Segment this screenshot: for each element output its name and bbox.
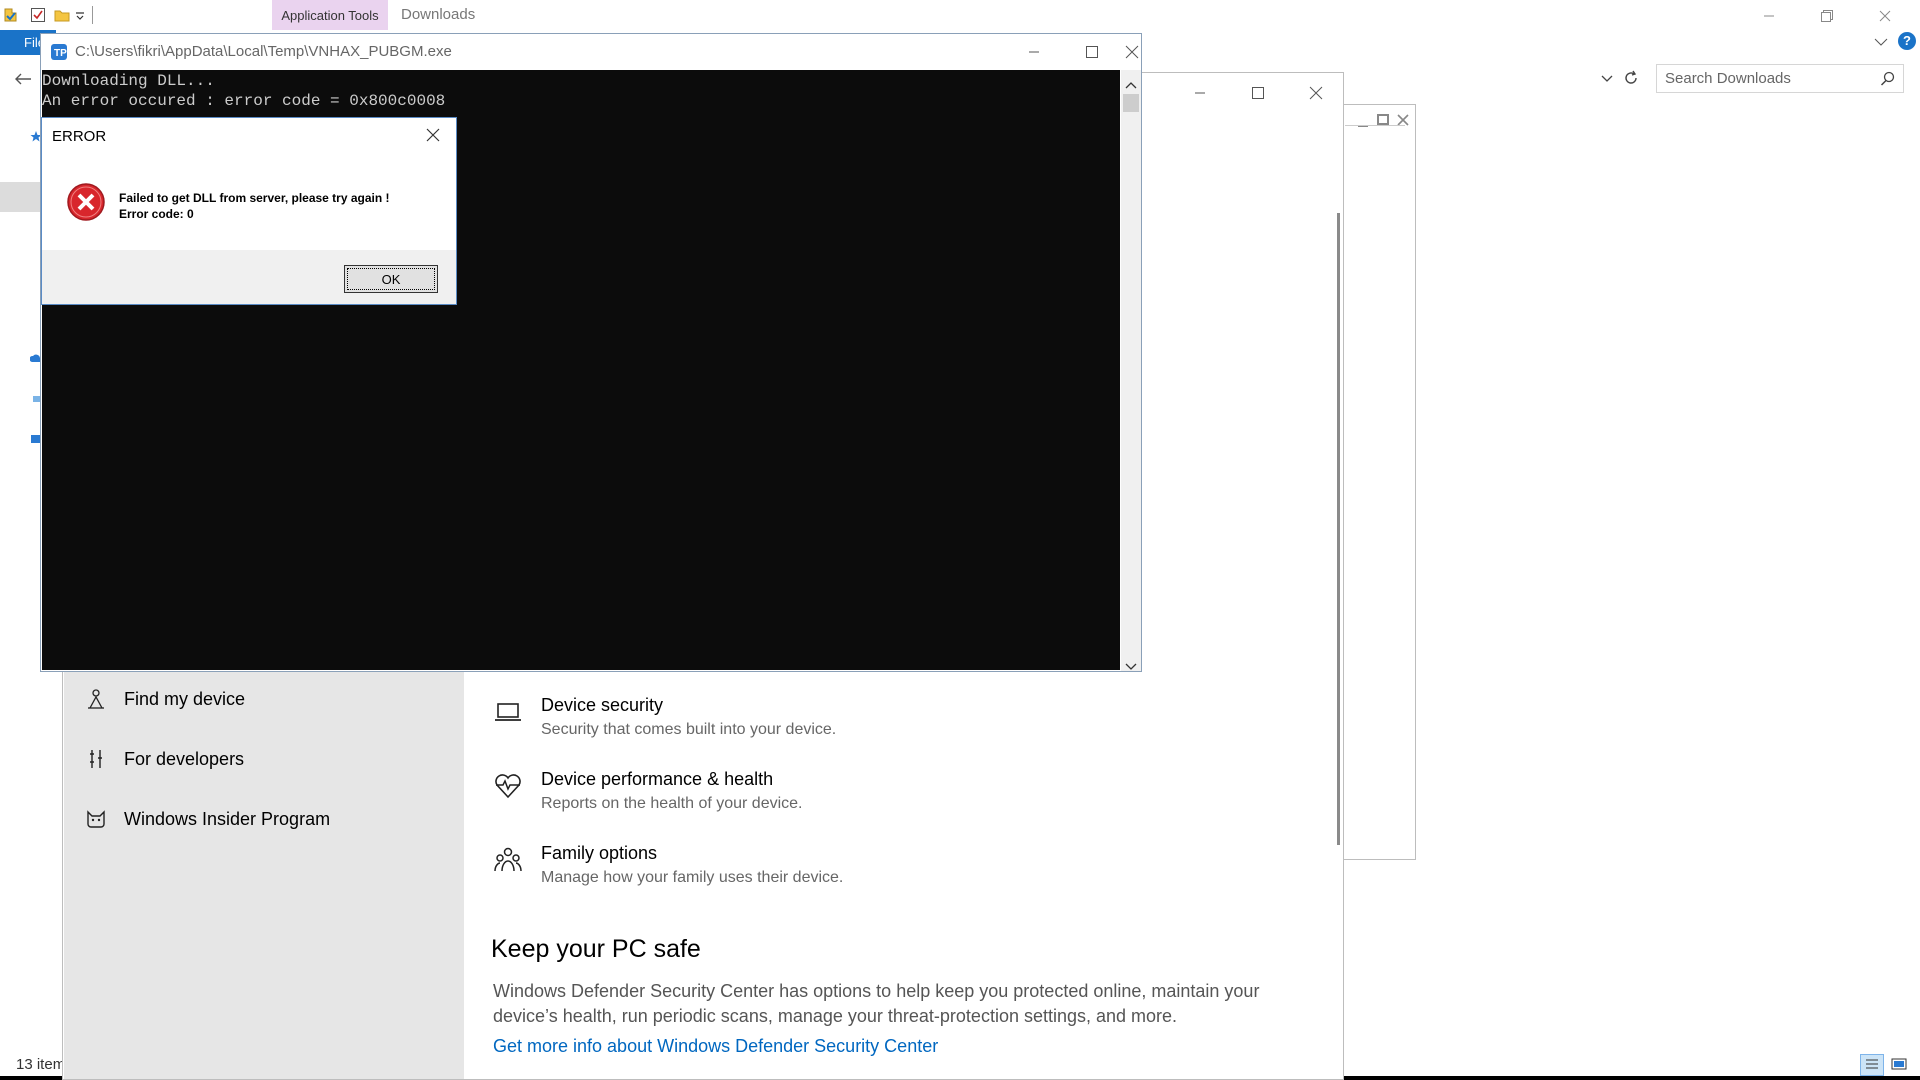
back-arrow-icon[interactable] xyxy=(14,72,32,91)
defender-info-link[interactable]: Get more info about Windows Defender Sec… xyxy=(493,1036,938,1057)
keep-pc-safe-heading: Keep your PC safe xyxy=(491,935,701,963)
console-minimize-button[interactable] xyxy=(1005,36,1063,68)
settings-close-button[interactable] xyxy=(1287,77,1345,109)
console-window-title: C:\Users\fikri\AppData\Local\Temp\VNHAX_… xyxy=(75,43,452,60)
error-dialog: ERROR Failed to get DLL from server, ple… xyxy=(41,117,457,305)
quick-access-checkbox-icon[interactable] xyxy=(30,7,46,28)
error-message-line1: Failed to get DLL from server, please tr… xyxy=(119,191,390,205)
ok-button[interactable]: OK xyxy=(344,265,438,293)
explorer-window-title: Downloads xyxy=(401,6,476,23)
background-small-window xyxy=(1336,104,1416,860)
toolbar-divider xyxy=(92,6,93,24)
console-scrollbar[interactable] xyxy=(1121,70,1141,671)
customize-toolbar-icon[interactable] xyxy=(74,7,86,28)
console-line: An error occured : error code = 0x800c00… xyxy=(42,92,446,110)
nav-item-label: Windows Insider Program xyxy=(124,808,331,829)
small-window-close-button[interactable] xyxy=(1397,113,1409,131)
new-folder-icon[interactable] xyxy=(54,7,70,28)
expand-ribbon-chevron-icon[interactable] xyxy=(1874,34,1888,52)
settings-maximize-button[interactable] xyxy=(1229,77,1287,109)
feature-description: Reports on the health of your device. xyxy=(541,795,803,812)
cat-icon xyxy=(84,807,108,831)
nav-pane-selected-item[interactable] xyxy=(0,182,40,212)
nav-item-find-my-device[interactable]: Find my device xyxy=(84,687,245,711)
nav-item-windows-insider[interactable]: Windows Insider Program xyxy=(84,807,330,831)
help-icon[interactable]: ? xyxy=(1898,32,1916,50)
explorer-restore-button[interactable] xyxy=(1798,0,1856,32)
heart-pulse-icon xyxy=(493,771,523,801)
small-window-minimize-button[interactable] xyxy=(1357,115,1369,133)
person-pin-icon xyxy=(84,687,108,711)
feature-title: Family options xyxy=(541,843,658,863)
settings-scrollbar-thumb[interactable] xyxy=(1337,213,1340,845)
scroll-up-arrow-icon[interactable] xyxy=(1125,76,1137,94)
feature-title: Device performance & health xyxy=(541,769,774,789)
feature-description: Manage how your family uses their device… xyxy=(541,869,844,886)
feature-title: Device security xyxy=(541,695,664,715)
refresh-icon[interactable] xyxy=(1622,69,1640,92)
console-app-icon: TP xyxy=(50,43,68,66)
search-placeholder: Search Downloads xyxy=(1665,70,1791,87)
nav-item-label: Find my device xyxy=(124,688,246,709)
small-window-maximize-button[interactable] xyxy=(1377,113,1389,131)
error-dialog-content: Failed to get DLL from server, please tr… xyxy=(42,154,456,250)
quick-access-properties-icon[interactable] xyxy=(2,7,18,28)
error-x-icon xyxy=(66,182,106,227)
nav-item-for-developers[interactable]: For developers xyxy=(84,747,244,771)
large-icons-view-button[interactable] xyxy=(1888,1054,1912,1076)
settings-minimize-button[interactable] xyxy=(1171,77,1229,109)
developer-tools-icon xyxy=(84,747,108,771)
error-dialog-titlebar: ERROR xyxy=(42,118,456,154)
details-view-button[interactable] xyxy=(1860,1054,1884,1076)
laptop-icon xyxy=(493,697,523,727)
family-icon xyxy=(493,845,523,875)
small-window-divider xyxy=(1345,125,1405,126)
search-downloads-input[interactable]: Search Downloads xyxy=(1656,64,1904,93)
console-maximize-button[interactable] xyxy=(1063,36,1121,68)
scroll-down-arrow-icon[interactable] xyxy=(1125,658,1137,676)
explorer-minimize-button[interactable] xyxy=(1740,0,1798,32)
console-line: Downloading DLL... xyxy=(42,72,215,90)
error-message-line2: Error code: 0 xyxy=(119,207,194,221)
keep-pc-safe-text: Windows Defender Security Center has opt… xyxy=(493,981,1260,1026)
error-dialog-title: ERROR xyxy=(52,128,107,145)
item-count-status: 13 item xyxy=(16,1056,66,1073)
console-close-button[interactable] xyxy=(1121,36,1143,68)
error-dialog-close-button[interactable] xyxy=(426,128,440,147)
application-tools-context-tab[interactable]: Application Tools xyxy=(272,0,388,30)
nav-item-label: For developers xyxy=(124,748,245,769)
explorer-titlebar: Application Tools Downloads xyxy=(0,0,1920,30)
explorer-close-button[interactable] xyxy=(1856,0,1914,32)
address-dropdown-chevron-icon[interactable] xyxy=(1600,71,1614,90)
console-scroll-thumb[interactable] xyxy=(1123,94,1139,112)
svg-text:TP: TP xyxy=(54,48,67,59)
search-icon[interactable] xyxy=(1880,71,1895,90)
feature-description: Security that comes built into your devi… xyxy=(541,721,837,738)
